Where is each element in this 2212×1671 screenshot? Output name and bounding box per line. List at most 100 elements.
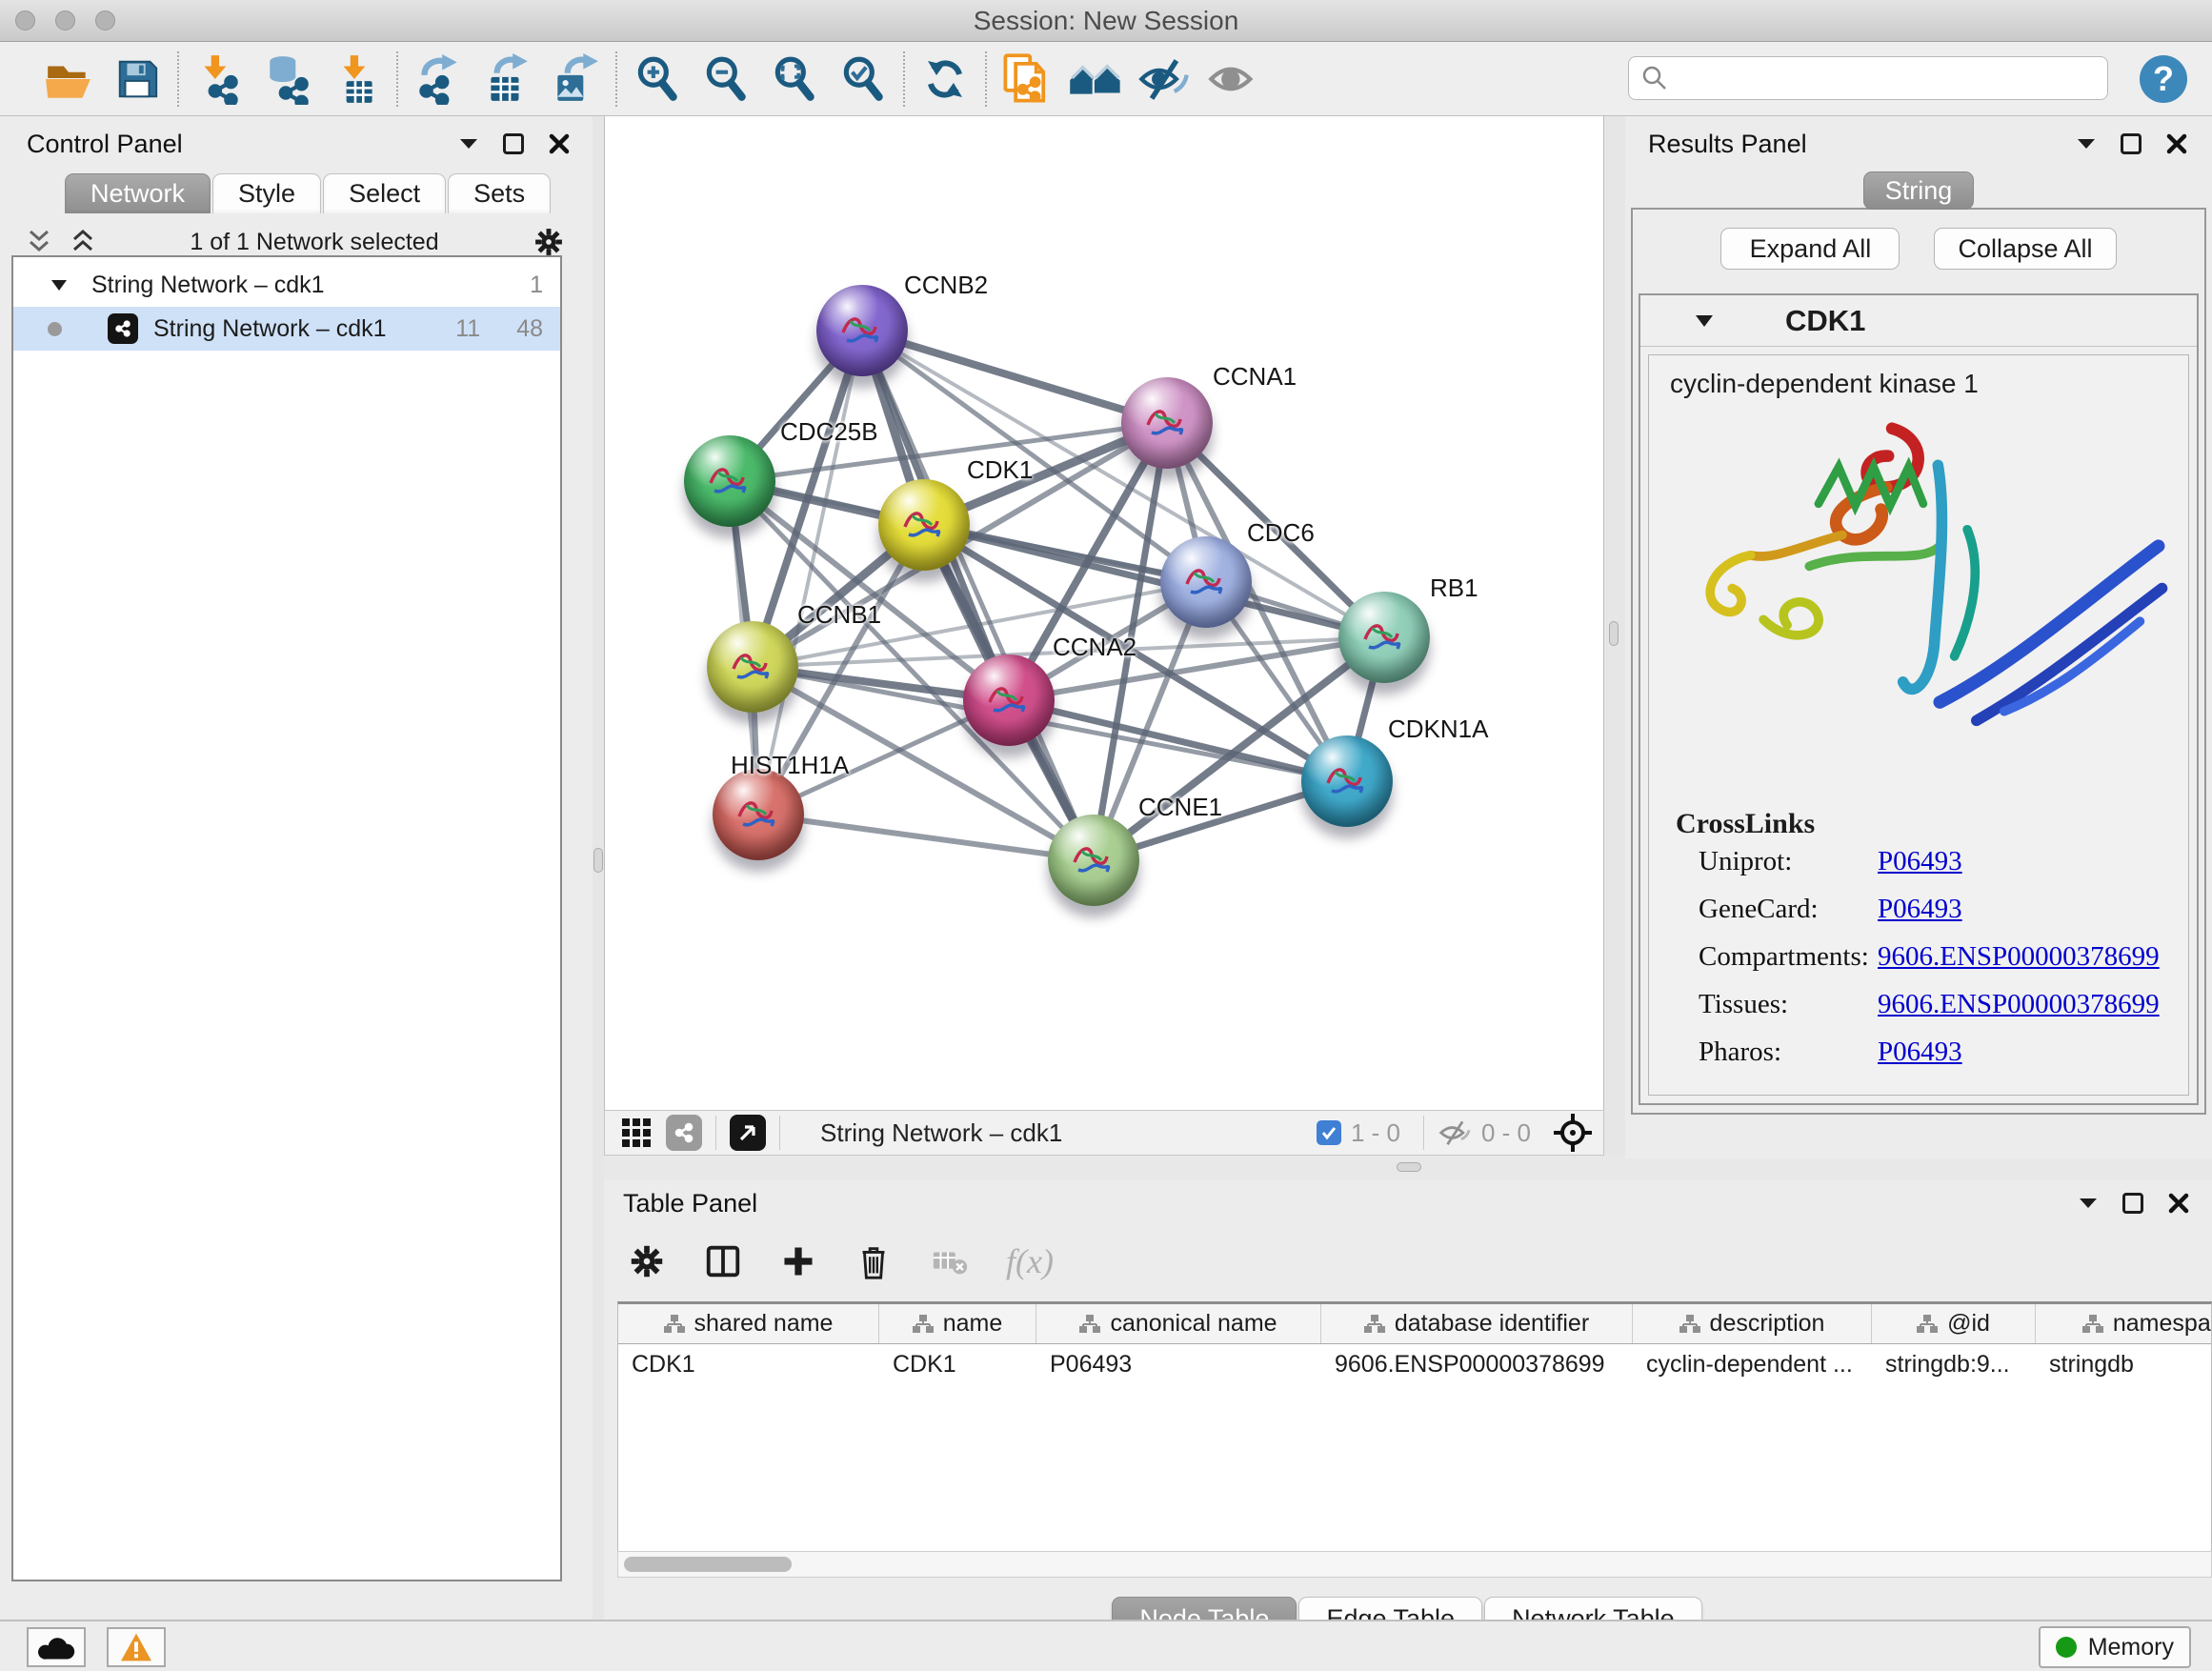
expand-all-icon[interactable] xyxy=(69,228,97,256)
float-panel-icon[interactable] xyxy=(2122,1193,2143,1214)
column-header-description[interactable]: description xyxy=(1633,1304,1872,1343)
node-CCNA2[interactable] xyxy=(963,654,1055,746)
crosslink-compartments--link[interactable]: 9606.ENSP00000378699 xyxy=(1878,941,2160,973)
close-panel-icon[interactable] xyxy=(549,133,570,154)
node-CDC6[interactable] xyxy=(1160,536,1252,628)
toolbar-separator xyxy=(715,1116,716,1150)
selected-checkbox-icon[interactable] xyxy=(1317,1120,1341,1145)
import-network-file-button[interactable] xyxy=(185,49,253,110)
crosslink-pharos--link[interactable]: P06493 xyxy=(1878,1037,1962,1068)
node-CCNE1[interactable] xyxy=(1048,815,1139,906)
network-collection-row[interactable]: String Network – cdk1 1 xyxy=(13,263,560,307)
add-column-icon[interactable] xyxy=(779,1242,817,1280)
collapse-all-button[interactable]: Collapse All xyxy=(1934,228,2116,270)
crosslink-tissues--link[interactable]: 9606.ENSP00000378699 xyxy=(1878,989,2160,1020)
search-field[interactable] xyxy=(1628,56,2108,100)
close-panel-icon[interactable] xyxy=(2166,133,2187,154)
node-CCNB2[interactable] xyxy=(816,285,908,376)
right-splitter-handle[interactable] xyxy=(1609,621,1619,646)
zoom-out-icon xyxy=(700,53,752,105)
node-CDC25B[interactable] xyxy=(684,435,775,527)
cloud-status-button[interactable] xyxy=(27,1627,86,1667)
column-header-namespace[interactable]: namespace xyxy=(2036,1304,2212,1343)
column-header-database-identifier[interactable]: database identifier xyxy=(1321,1304,1633,1343)
tab-select[interactable]: Select xyxy=(323,173,446,213)
zoom-selected-button[interactable] xyxy=(829,49,897,110)
column-header-name[interactable]: name xyxy=(879,1304,1036,1343)
scrollbar-thumb[interactable] xyxy=(624,1557,792,1572)
node-HIST1H1A[interactable] xyxy=(713,769,804,860)
zoom-window-button[interactable] xyxy=(95,10,115,30)
crosslink-uniprot--link[interactable]: P06493 xyxy=(1878,846,1962,877)
edge-CCNB2-CCNA1[interactable] xyxy=(862,331,1167,423)
show-all-button[interactable] xyxy=(1198,49,1267,110)
close-panel-icon[interactable] xyxy=(2168,1193,2189,1214)
zoom-fit-button[interactable] xyxy=(760,49,829,110)
column-header-canonical-name[interactable]: canonical name xyxy=(1036,1304,1321,1343)
right-splitter[interactable] xyxy=(1604,116,1625,1156)
column-header-shared-name[interactable]: shared name xyxy=(618,1304,879,1343)
left-splitter-handle[interactable] xyxy=(593,848,603,873)
import-network-database-button[interactable] xyxy=(253,49,322,110)
zoom-out-button[interactable] xyxy=(692,49,760,110)
save-session-button[interactable] xyxy=(103,49,171,110)
minimize-window-button[interactable] xyxy=(55,10,75,30)
delete-column-trash-icon[interactable] xyxy=(854,1241,894,1281)
panel-menu-icon[interactable] xyxy=(459,138,478,150)
warnings-button[interactable] xyxy=(107,1627,166,1667)
network-view[interactable]: CCNB2CCNA1CDC25BCDK1CDC6RB1CCNB1CCNA2CDK… xyxy=(604,116,1604,1110)
panel-menu-icon[interactable] xyxy=(2079,1198,2098,1209)
birdseye-view-button[interactable] xyxy=(730,1115,766,1151)
node-CCNA1[interactable] xyxy=(1121,377,1213,469)
edge-CCNB2-CCNE1[interactable] xyxy=(862,331,1094,860)
import-table-file-button[interactable] xyxy=(322,49,391,110)
grid-view-icon[interactable] xyxy=(620,1117,653,1149)
column-type-icon xyxy=(664,1314,685,1335)
tab-network[interactable]: Network xyxy=(65,173,211,213)
export-network-button[interactable] xyxy=(404,49,473,110)
export-table-button[interactable] xyxy=(473,49,541,110)
tab-sets[interactable]: Sets xyxy=(448,173,551,213)
export-image-button[interactable] xyxy=(541,49,610,110)
table-options-gear-icon[interactable] xyxy=(627,1241,667,1281)
gene-section-header[interactable]: CDK1 xyxy=(1640,295,2197,347)
tab-string[interactable]: String xyxy=(1863,171,1974,210)
tree-expand-icon[interactable] xyxy=(51,280,67,291)
expand-all-button[interactable]: Expand All xyxy=(1720,228,1900,270)
tab-style[interactable]: Style xyxy=(212,173,321,213)
hide-selected-button[interactable] xyxy=(1130,49,1198,110)
search-input[interactable] xyxy=(1679,64,2088,93)
close-window-button[interactable] xyxy=(15,10,35,30)
bottom-splitter-handle[interactable] xyxy=(1397,1162,1421,1172)
zoom-in-button[interactable] xyxy=(623,49,692,110)
fit-content-crosshair-icon[interactable] xyxy=(1552,1112,1594,1154)
table-horizontal-scrollbar[interactable] xyxy=(617,1551,2212,1578)
float-panel-icon[interactable] xyxy=(503,133,524,154)
node-CCNB1[interactable] xyxy=(707,621,798,713)
crosslink-genecard--link[interactable]: P06493 xyxy=(1878,894,1962,925)
help-button[interactable]: ? xyxy=(2140,55,2187,103)
table-row[interactable]: CDK1CDK1P064939606.ENSP00000378699cyclin… xyxy=(618,1344,2211,1384)
protein-structure-thumb xyxy=(1315,751,1374,806)
left-splitter[interactable] xyxy=(593,116,604,1620)
refresh-button[interactable] xyxy=(911,49,979,110)
memory-button[interactable]: Memory xyxy=(2039,1626,2191,1668)
share-view-button[interactable] xyxy=(666,1115,702,1151)
column-header--id[interactable]: @id xyxy=(1872,1304,2036,1343)
network-name: String Network – cdk1 xyxy=(153,315,387,343)
open-session-button[interactable] xyxy=(34,49,103,110)
panel-menu-icon[interactable] xyxy=(2077,138,2096,150)
section-collapse-icon[interactable] xyxy=(1696,315,1713,327)
node-CDK1[interactable] xyxy=(878,479,970,571)
network-options-gear-icon[interactable] xyxy=(532,225,566,259)
edge-HIST1H1A-CCNE1[interactable] xyxy=(758,815,1094,860)
float-panel-icon[interactable] xyxy=(2121,133,2142,154)
copy-network-button[interactable] xyxy=(993,49,1061,110)
show-columns-icon[interactable] xyxy=(703,1241,743,1281)
collapse-all-icon[interactable] xyxy=(25,228,53,256)
network-row[interactable]: String Network – cdk1 11 48 xyxy=(13,307,560,351)
bottom-splitter[interactable] xyxy=(604,1156,2212,1179)
node-RB1[interactable] xyxy=(1338,592,1430,683)
node-CDKN1A[interactable] xyxy=(1301,735,1393,827)
first-neighbors-button[interactable] xyxy=(1061,49,1130,110)
